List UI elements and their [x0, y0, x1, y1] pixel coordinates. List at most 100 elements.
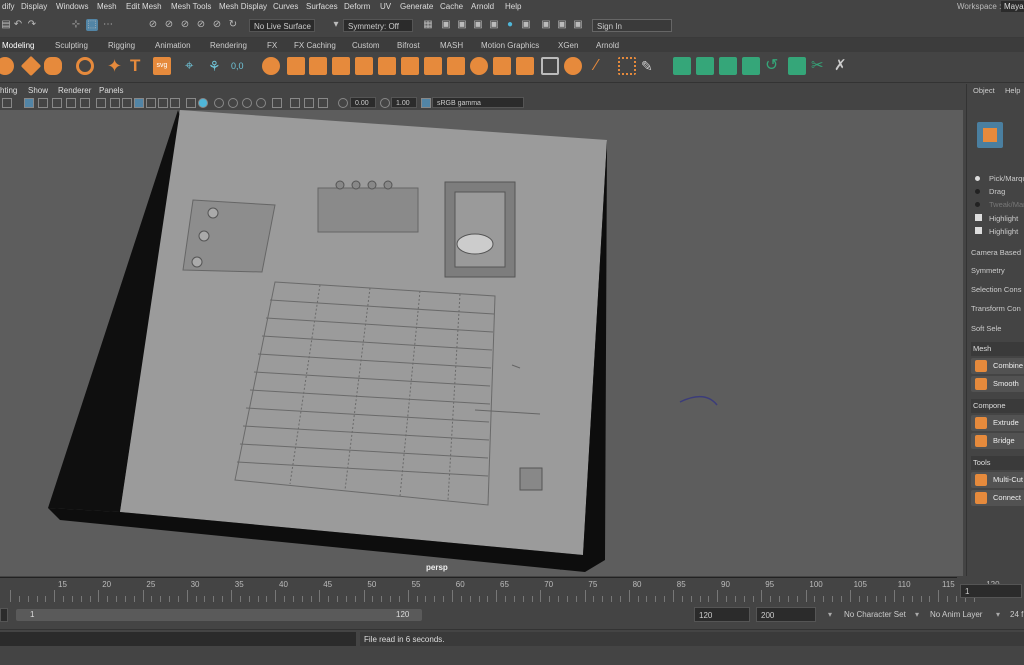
- workspace-dropdown[interactable]: Maya: [1001, 1, 1024, 12]
- menu-curves[interactable]: Curves: [273, 2, 298, 11]
- combine-button[interactable]: Combine: [971, 358, 1024, 374]
- smooth-shelf-icon[interactable]: [309, 57, 327, 75]
- redo-icon[interactable]: ↷: [26, 19, 38, 31]
- snap-point-icon[interactable]: ⊘: [179, 19, 191, 31]
- snap-view-icon[interactable]: ⊘: [195, 19, 207, 31]
- uv-editor-icon[interactable]: [673, 57, 691, 75]
- snap-surface-icon[interactable]: ⊘: [211, 19, 223, 31]
- tab-rendering[interactable]: Rendering: [210, 41, 247, 50]
- fps-label[interactable]: 24 f: [1010, 610, 1023, 619]
- menu-mesh-tools[interactable]: Mesh Tools: [171, 2, 211, 11]
- svg-icon[interactable]: svg: [153, 57, 171, 75]
- menu-uv[interactable]: UV: [380, 2, 391, 11]
- grid-icon[interactable]: [24, 98, 34, 108]
- panel-tab-object[interactable]: Object: [973, 86, 995, 95]
- tab-mash[interactable]: MASH: [440, 41, 463, 50]
- motion-blur-icon[interactable]: [228, 98, 238, 108]
- select-camera-icon[interactable]: [2, 98, 12, 108]
- arnold-render-icon[interactable]: ▣: [520, 19, 532, 31]
- safe-action-icon[interactable]: [96, 98, 106, 108]
- lattice-icon[interactable]: 0,0: [231, 57, 249, 75]
- resolution-gate-icon[interactable]: [52, 98, 62, 108]
- uv-sew-icon[interactable]: ✗: [834, 57, 852, 75]
- sign-in-button[interactable]: Sign In: [592, 19, 672, 32]
- max-frame-field[interactable]: 200: [756, 607, 816, 622]
- textured-icon[interactable]: [170, 98, 180, 108]
- uv-cut-icon[interactable]: ✂: [811, 57, 829, 75]
- snap-curve-icon[interactable]: ⊘: [163, 19, 175, 31]
- menu-renderer[interactable]: Renderer: [58, 86, 91, 95]
- film-gate-icon[interactable]: [38, 98, 48, 108]
- undo-icon[interactable]: ↶: [12, 19, 24, 31]
- ipr-render-icon[interactable]: ▣: [472, 19, 484, 31]
- wireframe-on-shaded-icon[interactable]: [158, 98, 168, 108]
- shadows-icon[interactable]: [198, 98, 208, 108]
- menu-mesh-display[interactable]: Mesh Display: [219, 2, 267, 11]
- gamma-icon[interactable]: [380, 98, 390, 108]
- extrude-shelf-icon[interactable]: [378, 57, 396, 75]
- mirror-shelf-icon[interactable]: [355, 57, 373, 75]
- command-input[interactable]: [0, 632, 356, 646]
- range-slider[interactable]: [16, 609, 422, 621]
- wireframe-icon[interactable]: [122, 98, 132, 108]
- menu-deform[interactable]: Deform: [344, 2, 370, 11]
- mesh-icon[interactable]: ⚘: [208, 57, 226, 75]
- menu-display[interactable]: Display: [21, 2, 47, 11]
- xray-joints-icon[interactable]: [318, 98, 328, 108]
- tab-animation[interactable]: Animation: [155, 41, 191, 50]
- snap-grid-icon[interactable]: ⊘: [147, 19, 159, 31]
- character-set-dropdown-icon[interactable]: ▾: [828, 610, 832, 619]
- exposure-field[interactable]: 0.00: [350, 97, 376, 108]
- xray-active-icon[interactable]: [304, 98, 314, 108]
- time-slider[interactable]: 15 20 25 30 35 40 45 50 55 60 65 70 75 80 85 90 95 100 105…: [0, 577, 1000, 604]
- tab-custom[interactable]: Custom: [352, 41, 380, 50]
- safe-title-icon[interactable]: [110, 98, 120, 108]
- multi-cut-button[interactable]: Multi-Cut: [971, 472, 1024, 488]
- snap-pivot-icon[interactable]: ↻: [227, 19, 239, 31]
- sculpt-shelf-icon[interactable]: ✎: [641, 57, 659, 75]
- attribute-editor-icon[interactable]: ▣: [556, 19, 568, 31]
- folder-icon[interactable]: ▤: [0, 19, 12, 31]
- smooth-button[interactable]: Smooth: [971, 376, 1024, 392]
- separate-shelf-icon[interactable]: [287, 57, 305, 75]
- gate-mask-icon[interactable]: [66, 98, 76, 108]
- menu-lighting[interactable]: hting: [0, 86, 17, 95]
- uv-cylindrical-icon[interactable]: [719, 57, 737, 75]
- uv-planar-icon[interactable]: [696, 57, 714, 75]
- select-hierarchy-icon[interactable]: ⊹: [70, 19, 82, 31]
- bridge-shelf-icon[interactable]: [401, 57, 419, 75]
- checkbox-highlight-1[interactable]: [975, 214, 982, 221]
- modeling-toolkit-icon[interactable]: ▣: [540, 19, 552, 31]
- menu-generate[interactable]: Generate: [400, 2, 433, 11]
- render-settings-icon[interactable]: ▣: [488, 19, 500, 31]
- poly-cylinder-icon[interactable]: [44, 57, 62, 75]
- menu-cache[interactable]: Cache: [440, 2, 463, 11]
- section-mesh[interactable]: Mesh: [971, 342, 1024, 356]
- poly-sphere-icon[interactable]: [0, 57, 14, 75]
- soft-select-label[interactable]: Soft Sele: [971, 324, 1001, 333]
- triangulate-shelf-icon[interactable]: [541, 57, 559, 75]
- anim-layer-label[interactable]: No Anim Layer: [930, 610, 982, 619]
- tab-bifrost[interactable]: Bifrost: [397, 41, 420, 50]
- poly-torus-icon[interactable]: [76, 57, 94, 75]
- channel-box-icon[interactable]: ▣: [572, 19, 584, 31]
- symmetry-dropdown-icon[interactable]: ▾: [330, 19, 342, 31]
- menu-edit-mesh[interactable]: Edit Mesh: [126, 2, 162, 11]
- xray-icon[interactable]: [290, 98, 300, 108]
- camera-icon[interactable]: ⌖: [185, 57, 203, 75]
- anti-aliasing-icon[interactable]: [242, 98, 252, 108]
- panel-tab-help[interactable]: Help: [1005, 86, 1020, 95]
- tab-motion-graphics[interactable]: Motion Graphics: [481, 41, 539, 50]
- live-surface-field[interactable]: No Live Surface: [249, 19, 315, 32]
- section-tools[interactable]: Tools: [971, 456, 1024, 470]
- gamma-field[interactable]: 1.00: [391, 97, 417, 108]
- tab-fx[interactable]: FX: [267, 41, 277, 50]
- default-material-icon[interactable]: [146, 98, 156, 108]
- tab-modeling[interactable]: Modeling: [2, 41, 34, 50]
- render-view-icon[interactable]: ▣: [440, 19, 452, 31]
- radio-tweak[interactable]: [975, 202, 980, 207]
- checkbox-highlight-2[interactable]: [975, 227, 982, 234]
- fps-dropdown-icon[interactable]: ▾: [996, 610, 1000, 619]
- radio-pick[interactable]: [975, 176, 980, 181]
- menu-help[interactable]: Help: [505, 2, 521, 11]
